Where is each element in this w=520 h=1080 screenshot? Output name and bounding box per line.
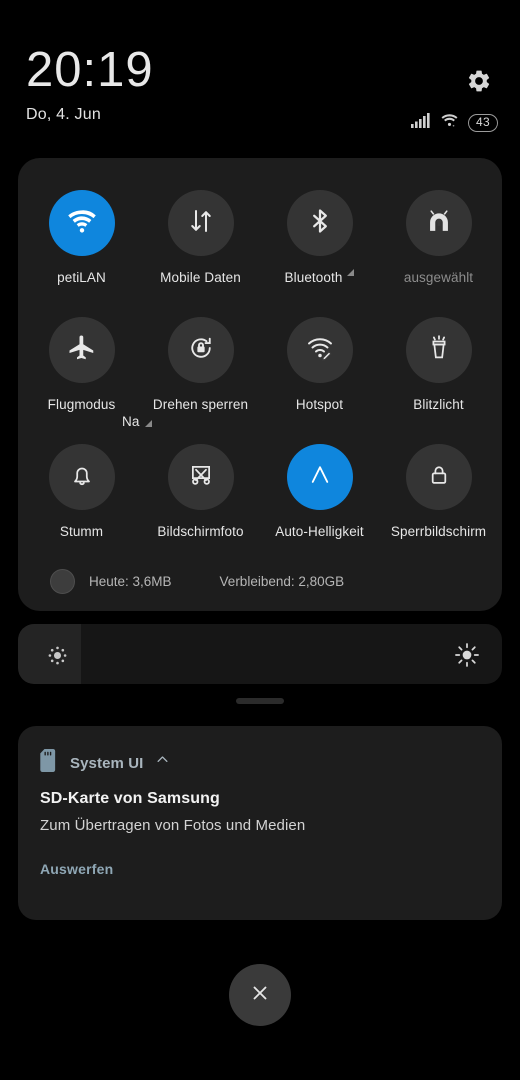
expand-arrow-icon[interactable] (145, 419, 153, 427)
wifi-sublabel: Na (122, 414, 140, 429)
brightness-high-icon (454, 642, 480, 673)
tile-vpn-button[interactable] (405, 190, 472, 256)
tile-lock-screen-button[interactable] (405, 444, 472, 510)
brightness-low-icon (45, 643, 70, 673)
tile-mute[interactable]: Stumm (22, 434, 141, 561)
tile-bluetooth[interactable]: Bluetooth (260, 180, 379, 307)
tile-lock-screen-label: Sperrbildschirm (390, 524, 487, 539)
tile-rotation-lock-label: Drehen sperren (152, 397, 249, 412)
hotspot-icon (305, 334, 335, 367)
tile-flashlight[interactable]: Blitzlicht (379, 307, 498, 434)
tile-wifi[interactable]: petiLAN (22, 180, 141, 307)
settings-button[interactable] (458, 62, 500, 104)
tile-rotation-lock-button[interactable] (167, 317, 234, 383)
panel-drag-handle[interactable] (236, 698, 284, 704)
tile-vpn-label: ausgewählt (403, 270, 474, 285)
notification-action-eject[interactable]: Auswerfen (40, 861, 113, 877)
tile-mute-button[interactable] (48, 444, 115, 510)
sd-card-icon (40, 749, 59, 777)
expand-arrow-icon[interactable] (347, 268, 355, 276)
data-transfer-icon (186, 206, 216, 241)
tile-auto-brightness-button[interactable] (286, 444, 353, 510)
bell-icon (68, 460, 96, 495)
tile-airplane-mode-button[interactable] (48, 317, 115, 383)
status-header: 20:19 Do, 4. Jun 43 (0, 0, 520, 158)
tile-mobile-data-button[interactable] (167, 190, 234, 256)
tile-mobile-data-label: Mobile Daten (160, 270, 241, 285)
close-shade-button[interactable] (229, 964, 291, 1026)
tile-hotspot-label: Hotspot (295, 397, 344, 412)
flashlight-icon (425, 333, 453, 368)
notification-app-name: System UI (70, 754, 144, 772)
tile-auto-brightness-label: Auto-Helligkeit (275, 524, 364, 539)
airplane-icon (67, 333, 97, 368)
tile-bluetooth-button[interactable] (286, 190, 353, 256)
notification-title: SD-Karte von Samsung (40, 790, 220, 807)
notification-card[interactable]: System UI SD-Karte von Samsung Zum Übert… (18, 726, 502, 920)
notification-header[interactable]: System UI (40, 749, 480, 777)
chevron-up-icon[interactable] (155, 752, 170, 772)
gear-icon (466, 68, 492, 99)
quick-settings-tile-grid: petiLAN Mobile Daten Bluetooth ausgewähl… (18, 158, 502, 561)
tile-vpn[interactable]: ausgewählt (379, 180, 498, 307)
data-usage-remaining: Verbleibend: 2,80GB (219, 573, 345, 589)
tile-mobile-data[interactable]: Mobile Daten (141, 180, 260, 307)
rotation-lock-icon (186, 333, 216, 368)
padlock-icon (425, 460, 453, 495)
notification-body: Zum Übertragen von Fotos und Medien (40, 817, 306, 834)
tile-mute-label: Stumm (59, 524, 104, 539)
close-icon (249, 982, 271, 1009)
wifi-status-icon (440, 113, 459, 133)
data-usage-row[interactable]: Heute: 3,6MB Verbleibend: 2,80GB (18, 551, 502, 611)
data-usage-dot-icon (50, 568, 75, 594)
tile-screenshot-button[interactable] (167, 444, 234, 510)
bluetooth-icon (306, 206, 334, 241)
tile-screenshot-label: Bildschirmfoto (157, 524, 244, 539)
tile-screenshot[interactable]: Bildschirmfoto (141, 434, 260, 561)
tile-hotspot[interactable]: Hotspot (260, 307, 379, 434)
tile-flashlight-button[interactable] (405, 317, 472, 383)
tile-auto-brightness[interactable]: Auto-Helligkeit (260, 434, 379, 561)
tile-hotspot-button[interactable] (286, 317, 353, 383)
tile-wifi-label: petiLAN (57, 270, 106, 285)
tile-wifi-button[interactable] (48, 190, 115, 256)
data-usage-today: Heute: 3,6MB (89, 573, 172, 589)
brightness-slider[interactable] (18, 624, 502, 684)
signal-bars-icon (411, 113, 431, 133)
auto-brightness-icon (305, 460, 335, 495)
tile-bluetooth-label: Bluetooth (284, 270, 343, 285)
status-icon-group: 43 (411, 113, 498, 133)
tile-flashlight-label: Blitzlicht (413, 397, 464, 412)
wifi-icon (66, 208, 98, 239)
vpn-tunnel-icon (423, 205, 455, 242)
tile-rotation-lock[interactable]: Drehen sperren (141, 307, 260, 434)
tile-lock-screen[interactable]: Sperrbildschirm (379, 434, 498, 561)
quick-settings-panel: petiLAN Mobile Daten Bluetooth ausgewähl… (18, 158, 502, 611)
tile-airplane-mode-label: Flugmodus (47, 397, 116, 412)
clock-time: 20:19 (26, 43, 154, 97)
screenshot-icon (186, 460, 216, 495)
battery-indicator: 43 (468, 114, 498, 132)
